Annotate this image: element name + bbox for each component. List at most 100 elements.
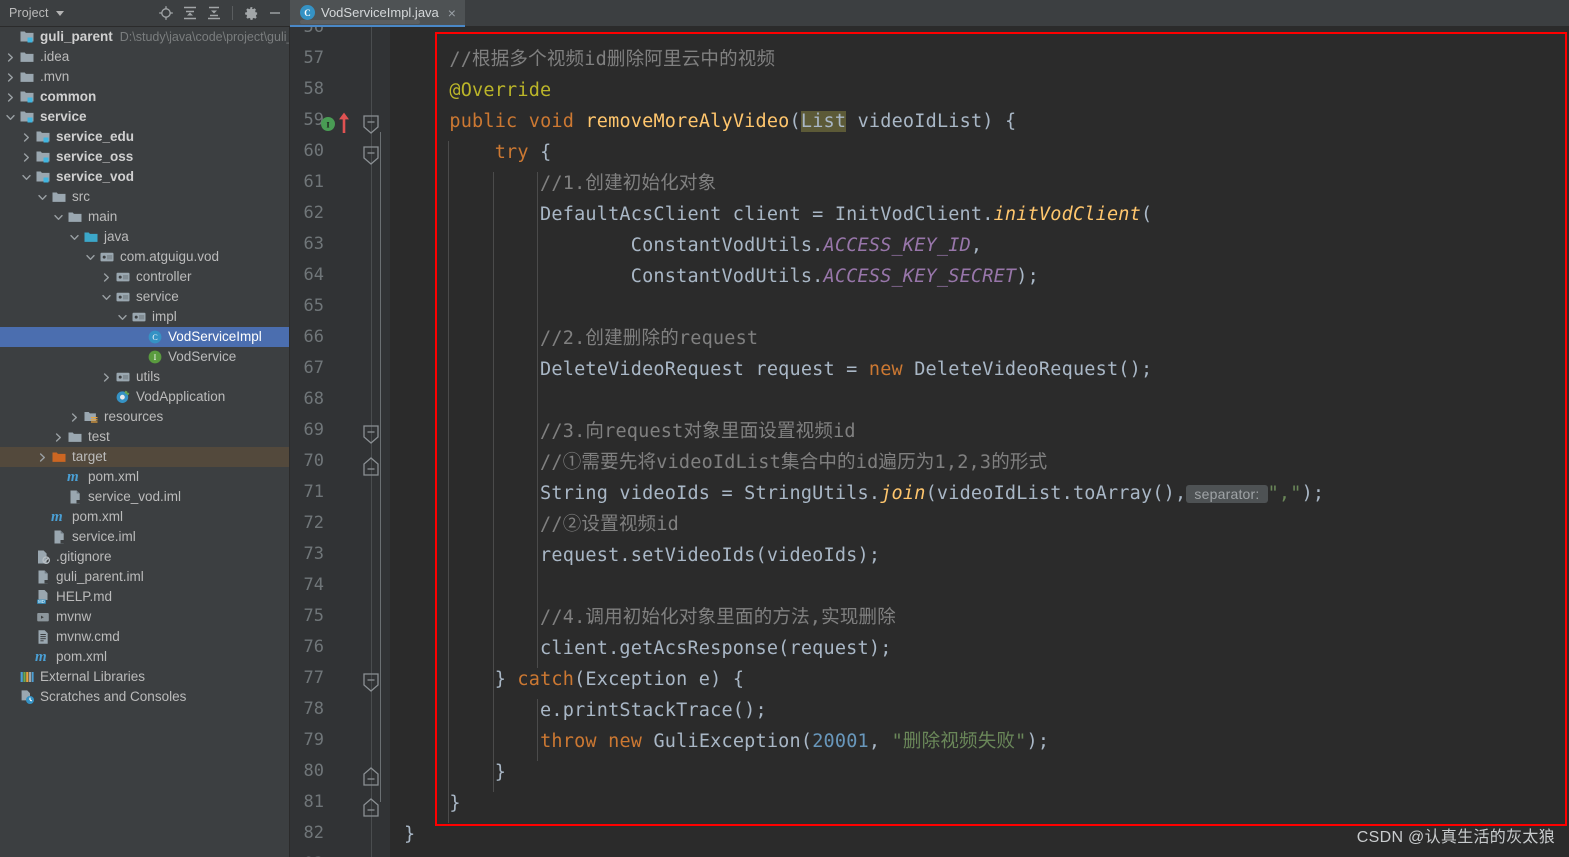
code-line[interactable]: //3.向request对象里面设置视频id: [404, 422, 856, 441]
code-line[interactable]: //2.创建删除的request: [404, 329, 758, 348]
tree-item-service[interactable]: service: [0, 107, 289, 127]
fold-start-icon[interactable]: [360, 145, 382, 167]
tree-item-service-vod-iml[interactable]: service_vod.iml: [0, 487, 289, 507]
implementing-method-icon[interactable]: I: [320, 116, 336, 132]
chevron-expanded-icon[interactable]: [68, 231, 81, 244]
chevron-expanded-icon[interactable]: [100, 291, 113, 304]
chevron-collapsed-icon[interactable]: [20, 151, 33, 164]
code-line[interactable]: request.setVideoIds(videoIds);: [404, 546, 880, 565]
tree-item-mvn[interactable]: .mvn: [0, 67, 289, 87]
fold-end-icon[interactable]: [360, 796, 382, 818]
editor-scroll-indicator[interactable]: [300, 20, 420, 24]
settings-gear-icon[interactable]: [240, 2, 262, 24]
code-line[interactable]: throw new GuliException(20001, "删除视频失败")…: [404, 732, 1049, 751]
code-line[interactable]: //①需要先将videoIdList集合中的id遍历为1,2,3的形式: [404, 453, 1047, 472]
fold-end-icon[interactable]: [360, 455, 382, 477]
line-number: 73: [303, 544, 324, 564]
tree-item-impl[interactable]: impl: [0, 307, 289, 327]
tree-item-utils[interactable]: utils: [0, 367, 289, 387]
chevron-expanded-icon[interactable]: [52, 211, 65, 224]
tree-item-service-iml[interactable]: service.iml: [0, 527, 289, 547]
hide-minimize-icon[interactable]: [264, 2, 286, 24]
chevron-expanded-icon[interactable]: [36, 191, 49, 204]
locate-target-icon[interactable]: [155, 2, 177, 24]
code-line[interactable]: //1.创建初始化对象: [404, 174, 716, 193]
code-line[interactable]: }: [404, 825, 415, 844]
expand-all-icon[interactable]: [179, 2, 201, 24]
fold-start-icon[interactable]: [360, 424, 382, 446]
chevron-collapsed-icon[interactable]: [36, 451, 49, 464]
project-tree[interactable]: guli_parent D:\study\java\code\project\gu…: [0, 27, 290, 857]
tree-item-common[interactable]: common: [0, 87, 289, 107]
code-line[interactable]: //4.调用初始化对象里面的方法,实现删除: [404, 608, 896, 627]
tree-item-vodserviceimpl[interactable]: C VodServiceImpl: [0, 327, 289, 347]
chevron-collapsed-icon[interactable]: [4, 51, 17, 64]
chevron-expanded-icon[interactable]: [116, 311, 129, 324]
tree-item-guli-parent[interactable]: guli_parent D:\study\java\code\project\gu…: [0, 27, 289, 47]
chevron-collapsed-icon[interactable]: [20, 131, 33, 144]
tree-item-resources[interactable]: resources: [0, 407, 289, 427]
tree-item-gitignore[interactable]: .gitignore: [0, 547, 289, 567]
chevron-collapsed-icon[interactable]: [100, 371, 113, 384]
code-line[interactable]: e.printStackTrace();: [404, 701, 767, 720]
tree-item-mvnw-cmd[interactable]: mvnw.cmd: [0, 627, 289, 647]
tree-item-mvnw[interactable]: mvnw: [0, 607, 289, 627]
fold-start-icon[interactable]: [360, 114, 382, 136]
tree-item-vodservice[interactable]: I VodService: [0, 347, 289, 367]
chevron-collapsed-icon[interactable]: [4, 91, 17, 104]
code-line[interactable]: }: [404, 763, 506, 782]
chevron-expanded-icon[interactable]: [20, 171, 33, 184]
chevron-collapsed-icon[interactable]: [100, 271, 113, 284]
fold-start-icon[interactable]: [360, 672, 382, 694]
tree-item-help-md[interactable]: MD HELP.md: [0, 587, 289, 607]
chevron-collapsed-icon[interactable]: [52, 431, 65, 444]
tool-window-actions: [155, 2, 286, 24]
chevron-expanded-icon[interactable]: [4, 111, 17, 124]
tree-item-service-oss[interactable]: service_oss: [0, 147, 289, 167]
tree-item-service-vod[interactable]: service_vod: [0, 167, 289, 187]
close-icon[interactable]: ×: [448, 6, 456, 20]
tree-item-controller[interactable]: controller: [0, 267, 289, 287]
override-arrow-icon[interactable]: [337, 112, 351, 134]
tree-item-pom-xml[interactable]: m pom.xml: [0, 647, 289, 667]
code-editor[interactable]: 56 57 58 59 60 61 62 63 64 65 66 67 68 69 70 71 72 73 74 75…: [290, 27, 1569, 857]
tree-item-pom-xml[interactable]: m pom.xml: [0, 507, 289, 527]
tree-item-scratches-and-consoles[interactable]: Scratches and Consoles: [0, 687, 289, 707]
code-line[interactable]: public void removeMoreAlyVideo(List vide…: [404, 111, 1016, 132]
editor-gutter[interactable]: 56 57 58 59 60 61 62 63 64 65 66 67 68 69 70 71 72 73 74 75…: [290, 27, 390, 857]
tree-item-pom-xml[interactable]: m pom.xml: [0, 467, 289, 487]
code-line[interactable]: //根据多个视频id删除阿里云中的视频: [404, 50, 775, 69]
tree-item-main[interactable]: main: [0, 207, 289, 227]
package-icon: [115, 269, 131, 285]
code-line[interactable]: ConstantVodUtils.ACCESS_KEY_ID,: [404, 236, 982, 255]
code-line[interactable]: DeleteVideoRequest request = new DeleteV…: [404, 360, 1152, 379]
chevron-collapsed-icon[interactable]: [4, 71, 17, 84]
tree-item-target[interactable]: target: [0, 447, 289, 467]
collapse-all-icon[interactable]: [203, 2, 225, 24]
chevron-expanded-icon[interactable]: [84, 251, 97, 264]
tree-item-src[interactable]: src: [0, 187, 289, 207]
code-line[interactable]: try {: [404, 143, 552, 162]
code-line[interactable]: String videoIds = StringUtils.join(video…: [404, 484, 1324, 503]
tree-item-java[interactable]: java: [0, 227, 289, 247]
tree-item-com-atguigu-vod[interactable]: com.atguigu.vod: [0, 247, 289, 267]
tree-item-test[interactable]: test: [0, 427, 289, 447]
tree-item-service-edu[interactable]: service_edu: [0, 127, 289, 147]
tree-item-guli-parent-iml[interactable]: guli_parent.iml: [0, 567, 289, 587]
code-content[interactable]: //根据多个视频id删除阿里云中的视频 @Override public voi…: [390, 27, 1569, 857]
code-line[interactable]: }: [404, 794, 461, 813]
project-tool-window-title[interactable]: Project: [9, 6, 49, 20]
code-line[interactable]: @Override: [404, 81, 551, 100]
tree-item-external-libraries[interactable]: External Libraries: [0, 667, 289, 687]
chevron-collapsed-icon[interactable]: [68, 411, 81, 424]
tree-item-idea[interactable]: .idea: [0, 47, 289, 67]
code-line[interactable]: DefaultAcsClient client = InitVodClient.…: [404, 205, 1152, 224]
tree-item-service[interactable]: service: [0, 287, 289, 307]
chevron-down-icon[interactable]: [55, 10, 64, 16]
code-line[interactable]: client.getAcsResponse(request);: [404, 639, 892, 658]
code-line[interactable]: ConstantVodUtils.ACCESS_KEY_SECRET);: [404, 267, 1039, 286]
code-line[interactable]: //②设置视频id: [404, 515, 679, 534]
fold-end-icon[interactable]: [360, 765, 382, 787]
code-line[interactable]: } catch(Exception e) {: [404, 670, 744, 689]
tree-item-vodapplication[interactable]: VodApplication: [0, 387, 289, 407]
